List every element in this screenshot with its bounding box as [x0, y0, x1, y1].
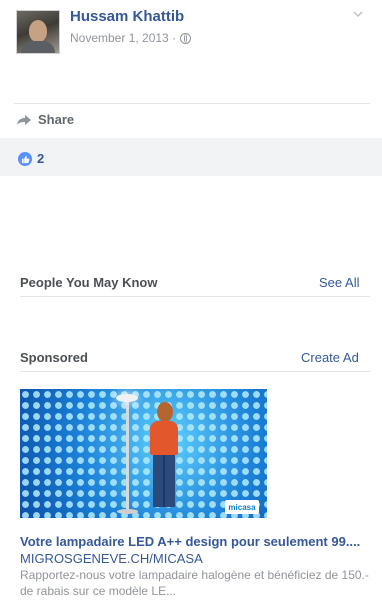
post-date[interactable]: November 1, 2013 ·	[70, 31, 176, 45]
people-you-may-know-title: People You May Know	[20, 275, 158, 290]
ad-description: Rapportez-nous votre lampadaire halogène…	[20, 568, 369, 598]
ad-dot-pattern	[20, 389, 267, 518]
micasa-logo: micasa	[225, 500, 259, 514]
lamp-base	[117, 509, 138, 514]
model-legs	[153, 455, 175, 507]
share-button[interactable]: Share	[16, 112, 74, 127]
ad-image[interactable]: micasa	[20, 389, 267, 518]
avatar-face	[29, 20, 47, 42]
lamp-pole	[126, 399, 129, 514]
create-ad-link[interactable]: Create Ad	[301, 350, 359, 365]
model-top	[150, 421, 178, 455]
ad-headline[interactable]: Votre lampadaire LED A++ design pour seu…	[20, 534, 365, 549]
see-all-link[interactable]: See All	[319, 275, 359, 290]
author-avatar[interactable]	[16, 10, 60, 54]
reactions-bar	[0, 138, 382, 176]
ad-domain[interactable]: MIGROSGENEVE.CH/MICASA	[20, 551, 203, 566]
avatar-shoulders	[21, 41, 55, 53]
sponsored-divider	[20, 371, 370, 372]
chevron-down-icon[interactable]	[352, 8, 364, 20]
post-author-name[interactable]: Hussam Khattib	[70, 8, 184, 25]
pymk-divider	[20, 296, 370, 297]
lamp-head	[116, 394, 138, 402]
globe-icon	[180, 32, 192, 44]
thumbs-up-glyph	[21, 155, 29, 163]
like-count[interactable]: 2	[37, 151, 44, 166]
post-divider	[14, 103, 370, 104]
model-head	[157, 402, 173, 422]
share-arrow-icon	[17, 114, 31, 125]
thumbs-up-icon[interactable]	[18, 152, 32, 166]
share-label: Share	[38, 112, 75, 127]
post-meta: November 1, 2013 ·	[70, 31, 192, 45]
sponsored-title: Sponsored	[20, 350, 88, 365]
